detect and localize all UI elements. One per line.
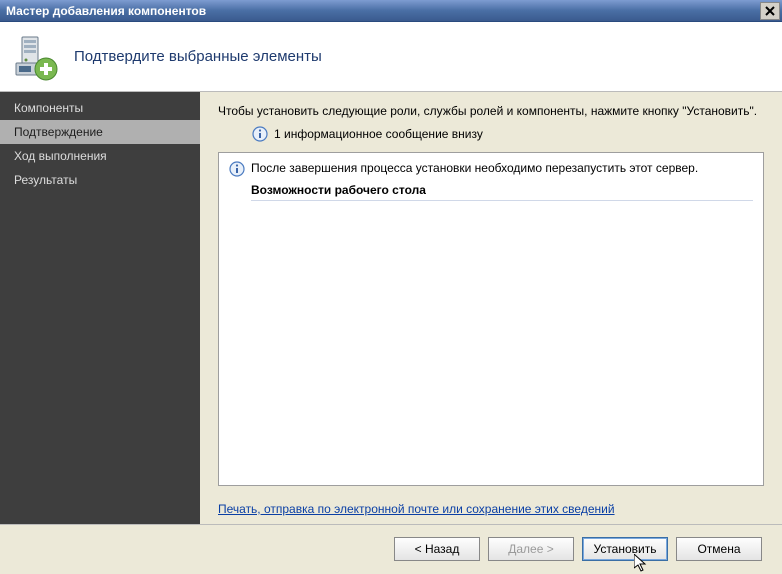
sidebar-item-components[interactable]: Компоненты xyxy=(0,96,200,120)
info-summary-text: 1 информационное сообщение внизу xyxy=(274,127,483,141)
confirmation-list: После завершения процесса установки необ… xyxy=(218,152,764,486)
export-link[interactable]: Печать, отправка по электронной почте ил… xyxy=(218,502,615,516)
sidebar-item-progress[interactable]: Ход выполнения xyxy=(0,144,200,168)
titlebar: Мастер добавления компонентов xyxy=(0,0,782,22)
close-button[interactable] xyxy=(760,2,780,20)
sidebar-item-confirmation[interactable]: Подтверждение xyxy=(0,120,200,144)
restart-warning-text: После завершения процесса установки необ… xyxy=(251,161,698,175)
wizard-navigation: Компоненты Подтверждение Ход выполнения … xyxy=(0,92,200,524)
wizard-header: Подтвердите выбранные элементы xyxy=(0,22,782,92)
info-summary-row: 1 информационное сообщение внизу xyxy=(252,126,764,142)
export-link-row: Печать, отправка по электронной почте ил… xyxy=(218,502,764,516)
window-title: Мастер добавления компонентов xyxy=(6,4,206,18)
info-icon xyxy=(252,126,268,142)
close-icon xyxy=(765,6,775,16)
next-button: Далее > xyxy=(488,537,574,561)
server-components-icon xyxy=(12,33,60,81)
install-button[interactable]: Установить xyxy=(582,537,668,561)
restart-warning-row: После завершения процесса установки необ… xyxy=(229,161,753,177)
cancel-button[interactable]: Отмена xyxy=(676,537,762,561)
instruction-text: Чтобы установить следующие роли, службы … xyxy=(218,104,764,118)
sidebar-item-results[interactable]: Результаты xyxy=(0,168,200,192)
main-content: Чтобы установить следующие роли, службы … xyxy=(200,92,782,524)
info-icon xyxy=(229,161,245,177)
wizard-footer: < Назад Далее > Установить Отмена xyxy=(0,524,782,572)
page-title: Подтвердите выбранные элементы xyxy=(74,48,322,65)
selected-feature: Возможности рабочего стола xyxy=(251,183,753,201)
back-button[interactable]: < Назад xyxy=(394,537,480,561)
